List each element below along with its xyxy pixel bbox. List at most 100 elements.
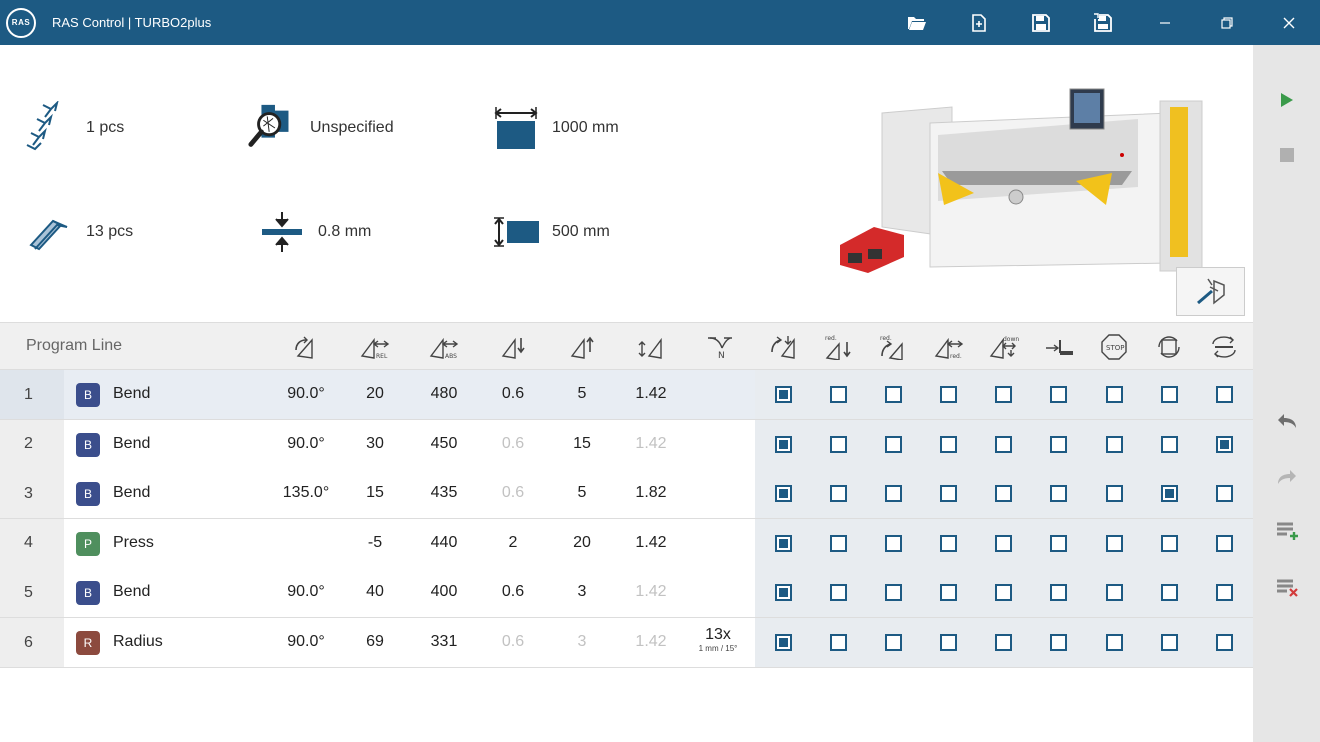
abs-cell[interactable]: 400 bbox=[414, 583, 474, 601]
abs-cell[interactable]: 450 bbox=[414, 435, 474, 453]
reduced-bend-checkbox[interactable] bbox=[885, 584, 902, 602]
turn-part-checkbox[interactable] bbox=[1216, 435, 1233, 453]
clamp-up-cell[interactable]: 5 bbox=[552, 385, 612, 403]
new-file-button[interactable] bbox=[948, 0, 1010, 45]
stop-plate-checkbox[interactable] bbox=[1050, 435, 1067, 453]
reduced-clamp-checkbox[interactable] bbox=[830, 534, 847, 552]
table-row[interactable]: 6 R Radius 90.0° 69 331 0.6 3 1.42 13x 1 mm / 15° bbox=[0, 618, 1253, 668]
flip-part-checkbox[interactable] bbox=[775, 386, 792, 403]
rotate-part-checkbox[interactable] bbox=[1161, 634, 1178, 651]
rel-cell[interactable]: 30 bbox=[345, 435, 405, 453]
rotate-part-checkbox[interactable] bbox=[1161, 485, 1178, 503]
stop-button[interactable] bbox=[1273, 141, 1301, 169]
reduced-clamp-checkbox[interactable] bbox=[830, 435, 847, 453]
stop-checkbox[interactable] bbox=[1106, 435, 1123, 453]
springback-cell[interactable]: 1.42 bbox=[621, 435, 681, 453]
down-gauge-checkbox[interactable] bbox=[995, 435, 1012, 453]
reduced-bend-checkbox[interactable] bbox=[885, 634, 902, 651]
table-row[interactable]: 2 B Bend 90.0° 30 450 0.6 15 1.42 bbox=[0, 419, 1253, 470]
reduced-bend-checkbox[interactable] bbox=[885, 386, 902, 403]
restore-button[interactable] bbox=[1196, 0, 1258, 45]
undo-button[interactable] bbox=[1273, 407, 1301, 435]
clamp-down-cell[interactable]: 0.6 bbox=[483, 435, 543, 453]
rel-cell[interactable]: 15 bbox=[345, 484, 405, 502]
clamp-up-cell[interactable]: 20 bbox=[552, 534, 612, 552]
stop-plate-checkbox[interactable] bbox=[1050, 485, 1067, 503]
clamp-up-cell[interactable]: 15 bbox=[552, 435, 612, 453]
turn-part-checkbox[interactable] bbox=[1216, 386, 1233, 403]
material-info[interactable]: Unspecified bbox=[246, 100, 394, 156]
table-row[interactable]: 4 P Press -5 440 2 20 1.42 bbox=[0, 518, 1253, 569]
angle-cell[interactable]: 90.0° bbox=[276, 385, 336, 403]
stop-plate-checkbox[interactable] bbox=[1050, 386, 1067, 403]
delete-line-button[interactable] bbox=[1273, 574, 1301, 602]
abs-cell[interactable]: 480 bbox=[414, 385, 474, 403]
angle-cell[interactable]: 90.0° bbox=[276, 583, 336, 601]
clamp-down-cell[interactable]: 0.6 bbox=[483, 385, 543, 403]
clamp-down-cell[interactable]: 0.6 bbox=[483, 583, 543, 601]
repeat-cell[interactable]: 13x 1 mm / 15° bbox=[690, 626, 746, 653]
springback-cell[interactable]: 1.42 bbox=[621, 385, 681, 403]
stop-checkbox[interactable] bbox=[1106, 485, 1123, 503]
reduced-gauge-checkbox[interactable] bbox=[940, 386, 957, 403]
down-gauge-checkbox[interactable] bbox=[995, 584, 1012, 602]
turn-part-checkbox[interactable] bbox=[1216, 584, 1233, 602]
rotate-part-checkbox[interactable] bbox=[1161, 534, 1178, 552]
reduced-gauge-checkbox[interactable] bbox=[940, 485, 957, 503]
add-line-button[interactable] bbox=[1273, 517, 1301, 545]
table-row[interactable]: 5 B Bend 90.0° 40 400 0.6 3 1.42 bbox=[0, 568, 1253, 619]
rel-cell[interactable]: 69 bbox=[345, 633, 405, 651]
reduced-gauge-checkbox[interactable] bbox=[940, 435, 957, 453]
minimize-button[interactable] bbox=[1134, 0, 1196, 45]
stop-checkbox[interactable] bbox=[1106, 534, 1123, 552]
clamp-up-cell[interactable]: 5 bbox=[552, 484, 612, 502]
down-gauge-checkbox[interactable] bbox=[995, 485, 1012, 503]
reduced-bend-checkbox[interactable] bbox=[885, 435, 902, 453]
stop-plate-checkbox[interactable] bbox=[1050, 534, 1067, 552]
reduced-bend-checkbox[interactable] bbox=[885, 534, 902, 552]
reduced-bend-checkbox[interactable] bbox=[885, 485, 902, 503]
rotate-part-checkbox[interactable] bbox=[1161, 435, 1178, 453]
abs-cell[interactable]: 440 bbox=[414, 534, 474, 552]
reduced-clamp-checkbox[interactable] bbox=[830, 485, 847, 503]
springback-cell[interactable]: 1.82 bbox=[621, 484, 681, 502]
stop-plate-checkbox[interactable] bbox=[1050, 584, 1067, 602]
reduced-clamp-checkbox[interactable] bbox=[830, 584, 847, 602]
turn-part-checkbox[interactable] bbox=[1216, 485, 1233, 503]
reduced-gauge-checkbox[interactable] bbox=[940, 634, 957, 651]
flip-part-checkbox[interactable] bbox=[775, 634, 792, 651]
open-button[interactable] bbox=[886, 0, 948, 45]
flip-part-checkbox[interactable] bbox=[775, 435, 792, 453]
close-button[interactable] bbox=[1258, 0, 1320, 45]
save-button[interactable] bbox=[1010, 0, 1072, 45]
springback-cell[interactable]: 1.42 bbox=[621, 534, 681, 552]
clamp-down-cell[interactable]: 2 bbox=[483, 534, 543, 552]
rotate-part-checkbox[interactable] bbox=[1161, 584, 1178, 602]
reduced-clamp-checkbox[interactable] bbox=[830, 634, 847, 651]
clamp-up-cell[interactable]: 3 bbox=[552, 583, 612, 601]
table-row[interactable]: 3 B Bend 135.0° 15 435 0.6 5 1.82 bbox=[0, 469, 1253, 520]
clamp-up-cell[interactable]: 3 bbox=[552, 633, 612, 651]
reduced-gauge-checkbox[interactable] bbox=[940, 584, 957, 602]
flip-part-checkbox[interactable] bbox=[775, 485, 792, 503]
down-gauge-checkbox[interactable] bbox=[995, 534, 1012, 552]
save-as-button[interactable] bbox=[1072, 0, 1134, 45]
play-button[interactable] bbox=[1273, 86, 1301, 114]
angle-cell[interactable]: 135.0° bbox=[276, 484, 336, 502]
clamp-down-cell[interactable]: 0.6 bbox=[483, 484, 543, 502]
stop-checkbox[interactable] bbox=[1106, 386, 1123, 403]
abs-cell[interactable]: 435 bbox=[414, 484, 474, 502]
stop-checkbox[interactable] bbox=[1106, 634, 1123, 651]
reduced-clamp-checkbox[interactable] bbox=[830, 386, 847, 403]
springback-cell[interactable]: 1.42 bbox=[621, 583, 681, 601]
table-row[interactable]: 1 B Bend 90.0° 20 480 0.6 5 1.42 bbox=[0, 370, 1253, 420]
rotate-part-checkbox[interactable] bbox=[1161, 386, 1178, 403]
turn-part-checkbox[interactable] bbox=[1216, 534, 1233, 552]
angle-cell[interactable]: 90.0° bbox=[276, 435, 336, 453]
rel-cell[interactable]: 40 bbox=[345, 583, 405, 601]
clamp-down-cell[interactable]: 0.6 bbox=[483, 633, 543, 651]
flip-part-checkbox[interactable] bbox=[775, 584, 792, 602]
rel-cell[interactable]: -5 bbox=[345, 534, 405, 552]
flip-part-checkbox[interactable] bbox=[775, 534, 792, 552]
springback-cell[interactable]: 1.42 bbox=[621, 633, 681, 651]
